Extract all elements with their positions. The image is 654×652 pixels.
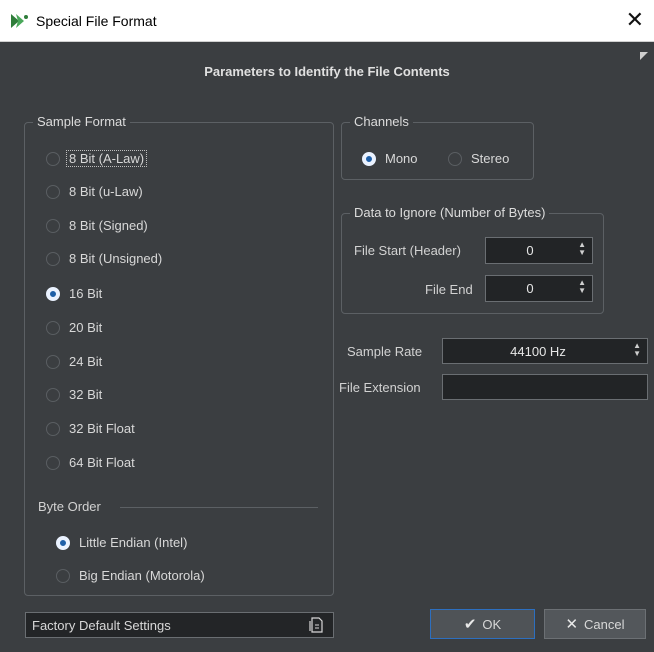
close-icon[interactable]: ✕ [626,8,644,33]
radio-8bit-unsigned[interactable]: 8 Bit (Unsigned) [46,251,162,266]
radio-button[interactable] [362,151,376,166]
radio-button[interactable] [46,251,60,266]
file-end-spinbox[interactable]: 0 ▲ ▼ [485,275,593,302]
radio-button[interactable] [46,320,60,335]
app-logo-icon [11,14,28,28]
radio-label: 8 Bit (u-Law) [69,184,143,199]
radio-little-endian[interactable]: Little Endian (Intel) [56,535,187,550]
radio-label: 8 Bit (Unsigned) [69,251,163,266]
spin-arrows-icon[interactable]: ▲ ▼ [578,241,586,257]
file-extension-input[interactable] [442,374,648,400]
radio-button[interactable] [46,455,60,470]
radio-mono[interactable]: Mono [362,151,418,166]
radio-big-endian[interactable]: Big Endian (Motorola) [56,568,205,583]
file-extension-label: File Extension [339,380,421,395]
spin-arrows-icon[interactable]: ▲ ▼ [633,342,641,358]
spin-arrows-icon[interactable]: ▲ ▼ [578,279,586,295]
document-icon [309,617,323,633]
radio-32bit[interactable]: 32 Bit [46,387,102,402]
radio-label: Mono [385,151,418,166]
channels-label: Channels [350,114,413,129]
window-title: Special File Format [36,13,157,29]
radio-label: 24 Bit [69,354,103,369]
radio-label: 32 Bit [69,387,103,402]
radio-label: Stereo [471,151,510,166]
byte-order-divider [120,507,318,508]
radio-24bit[interactable]: 24 Bit [46,354,102,369]
radio-button[interactable] [56,535,70,550]
radio-label: 20 Bit [69,320,103,335]
radio-button[interactable] [46,151,60,166]
ok-button[interactable]: ✔ OK [430,609,535,639]
radio-button[interactable] [46,387,60,402]
sample-rate-spinbox[interactable]: 44100 Hz ▲ ▼ [442,338,648,364]
radio-label: Big Endian (Motorola) [79,568,205,583]
cancel-label: Cancel [584,616,625,632]
radio-button[interactable] [46,286,60,301]
sample-rate-label: Sample Rate [347,344,423,359]
sample-rate-value: 44100 Hz [510,344,566,359]
resize-grip-icon[interactable] [638,50,650,62]
radio-button[interactable] [46,184,60,199]
radio-label: 64 Bit Float [69,455,135,470]
x-icon: ✕ [565,615,579,633]
radio-button[interactable] [46,421,60,436]
radio-16bit[interactable]: 16 Bit [46,286,102,301]
file-end-value: 0 [526,281,534,296]
ok-label: OK [482,616,502,632]
radio-20bit[interactable]: 20 Bit [46,320,102,335]
checkmark-icon: ✔ [463,615,477,633]
file-start-label: File Start (Header) [354,243,461,258]
radio-8bit-ulaw[interactable]: 8 Bit (u-Law) [46,184,143,199]
file-end-label: File End [425,282,473,297]
radio-8bit-signed[interactable]: 8 Bit (Signed) [46,218,148,233]
radio-32bit-float[interactable]: 32 Bit Float [46,421,135,436]
radio-button[interactable] [46,354,60,369]
radio-button[interactable] [56,568,70,583]
radio-8bit-alaw[interactable]: 8 Bit (A-Law) [46,150,148,167]
byte-order-label: Byte Order [38,499,101,514]
data-to-ignore-label: Data to Ignore (Number of Bytes) [350,205,550,220]
factory-default-settings-button[interactable]: Factory Default Settings [25,612,334,638]
radio-label: 16 Bit [69,286,103,301]
radio-button[interactable] [46,218,60,233]
radio-stereo[interactable]: Stereo [448,151,509,166]
radio-button[interactable] [448,151,462,166]
title-bar: Special File Format ✕ [0,0,654,42]
radio-label: Little Endian (Intel) [79,535,188,550]
sample-format-label: Sample Format [33,114,130,129]
radio-label: 32 Bit Float [69,421,135,436]
dialog-heading: Parameters to Identify the File Contents [204,64,450,79]
radio-label: 8 Bit (Signed) [69,218,148,233]
radio-64bit-float[interactable]: 64 Bit Float [46,455,135,470]
file-start-value: 0 [526,243,534,258]
factory-default-label: Factory Default Settings [32,618,171,633]
file-start-spinbox[interactable]: 0 ▲ ▼ [485,237,593,264]
radio-label: 8 Bit (A-Law) [66,150,148,167]
cancel-button[interactable]: ✕ Cancel [544,609,646,639]
